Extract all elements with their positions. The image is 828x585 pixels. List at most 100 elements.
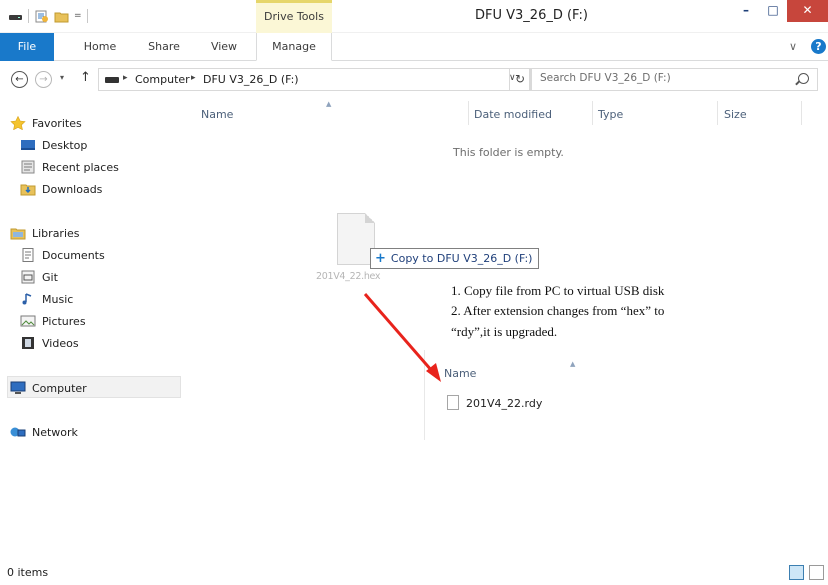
- status-bar: 0 items: [0, 560, 828, 585]
- back-button[interactable]: ←: [11, 71, 28, 88]
- sidebar-item-documents[interactable]: Documents: [20, 245, 105, 265]
- search-box[interactable]: [531, 68, 818, 91]
- tab-manage[interactable]: Manage: [256, 33, 332, 61]
- sidebar-item-label: Music: [42, 292, 74, 306]
- ribbon-tabs: File Home Share View Manage ∨ ?: [0, 33, 828, 61]
- sidebar-item-label: Computer: [32, 381, 87, 395]
- customize-toolbar-icon[interactable]: =: [74, 11, 82, 21]
- music-icon: [22, 293, 32, 305]
- column-divider[interactable]: [717, 101, 718, 125]
- annotation-step-2-continued: “rdy”,it is upgraded.: [451, 324, 558, 339]
- drive-icon[interactable]: [8, 10, 23, 23]
- sidebar-item-label: Favorites: [32, 116, 82, 130]
- column-header-date-modified[interactable]: Date modified: [474, 108, 552, 121]
- large-icons-view-button[interactable]: [809, 565, 824, 580]
- sidebar-item-label: Network: [32, 425, 78, 439]
- quick-access-toolbar: =: [8, 9, 88, 23]
- column-header-size[interactable]: Size: [724, 108, 747, 121]
- sidebar-item-label: Pictures: [42, 314, 86, 328]
- search-input[interactable]: [540, 72, 780, 84]
- tab-home[interactable]: Home: [78, 33, 122, 61]
- sidebar-item-computer[interactable]: Computer: [10, 378, 87, 398]
- column-header-name[interactable]: Name: [201, 108, 233, 121]
- sidebar-item-label: Downloads: [42, 182, 103, 196]
- minimize-button[interactable]: –: [733, 0, 759, 22]
- pictures-icon: [20, 315, 36, 327]
- forward-button[interactable]: →: [35, 71, 52, 88]
- search-icon[interactable]: [798, 73, 809, 84]
- copy-tooltip: + Copy to DFU V3_26_D (F:): [370, 248, 540, 269]
- empty-folder-message: This folder is empty.: [453, 146, 564, 159]
- context-tab-drive-tools: Drive Tools: [256, 0, 332, 33]
- address-bar[interactable]: ▸ Computer ▸ DFU V3_26_D (F:) ∨: [98, 68, 530, 91]
- result-column-header-name[interactable]: Name: [444, 367, 476, 380]
- navigation-pane: Favorites Desktop Recent places Download…: [0, 97, 181, 560]
- new-folder-icon[interactable]: [54, 10, 69, 23]
- sort-ascending-icon: ▲: [570, 360, 576, 368]
- videos-icon: [22, 337, 34, 349]
- sort-ascending-icon: ▲: [326, 100, 332, 108]
- arrow-shaft: [363, 293, 434, 372]
- sidebar-item-videos[interactable]: Videos: [20, 333, 79, 353]
- libraries-icon: [10, 228, 26, 240]
- sidebar-item-label: Desktop: [42, 138, 88, 152]
- dragged-file-name: 201V4_22.hex: [316, 271, 381, 282]
- column-divider[interactable]: [468, 101, 469, 125]
- sidebar-item-pictures[interactable]: Pictures: [20, 311, 86, 331]
- tab-share[interactable]: Share: [142, 33, 186, 61]
- item-count: 0 items: [7, 566, 49, 579]
- documents-icon: [22, 248, 34, 262]
- copy-tooltip-text: Copy to DFU V3_26_D (F:): [390, 252, 533, 265]
- up-button[interactable]: ↑: [80, 70, 91, 85]
- breadcrumb-separator[interactable]: ▸: [191, 73, 196, 83]
- drive-icon: [105, 77, 119, 83]
- sidebar-item-favorites[interactable]: Favorites: [10, 113, 82, 133]
- result-file-name[interactable]: 201V4_22.rdy: [466, 397, 542, 410]
- toolbar-separator: [28, 9, 29, 23]
- sidebar-item-git[interactable]: Git: [20, 267, 58, 287]
- star-icon: [10, 116, 26, 130]
- tab-view[interactable]: View: [204, 33, 244, 61]
- toolbar-separator: [86, 9, 88, 23]
- sidebar-item-label: Libraries: [32, 226, 80, 240]
- file-icon: [447, 395, 459, 410]
- plus-icon: +: [375, 251, 386, 266]
- git-library-icon: [21, 270, 35, 284]
- title-bar: = Drive Tools DFU V3_26_D (F:) – □ ✕: [0, 0, 828, 33]
- downloads-icon: [20, 184, 36, 196]
- sidebar-item-recent-places[interactable]: Recent places: [20, 157, 119, 177]
- column-divider[interactable]: [801, 101, 802, 125]
- window-title: DFU V3_26_D (F:): [475, 8, 588, 23]
- column-divider[interactable]: [592, 101, 593, 125]
- details-view-button[interactable]: [789, 565, 804, 580]
- sidebar-item-label: Documents: [42, 248, 105, 262]
- tab-file[interactable]: File: [0, 33, 54, 61]
- annotation-step-2: 2. After extension changes from “hex” to: [451, 303, 665, 318]
- breadcrumb-separator[interactable]: ▸: [123, 73, 128, 83]
- sidebar-item-label: Recent places: [42, 160, 119, 174]
- close-button[interactable]: ✕: [787, 0, 828, 22]
- sidebar-item-label: Git: [42, 270, 58, 284]
- sidebar-item-network[interactable]: Network: [10, 422, 78, 442]
- help-icon[interactable]: ?: [811, 39, 826, 54]
- breadcrumb-drive[interactable]: DFU V3_26_D (F:): [203, 73, 299, 86]
- sidebar-item-libraries[interactable]: Libraries: [10, 223, 80, 243]
- sidebar-item-downloads[interactable]: Downloads: [20, 179, 102, 199]
- breadcrumb-computer[interactable]: Computer: [135, 73, 190, 86]
- maximize-button[interactable]: □: [760, 0, 786, 22]
- properties-icon[interactable]: [34, 10, 49, 23]
- refresh-button[interactable]: ↻: [509, 68, 531, 91]
- expand-ribbon-icon[interactable]: ∨: [789, 40, 797, 53]
- computer-icon: [10, 381, 26, 394]
- sidebar-item-desktop[interactable]: Desktop: [20, 135, 87, 155]
- column-header-type[interactable]: Type: [598, 108, 623, 121]
- result-file-list: [424, 350, 814, 440]
- navigation-bar: ← → ▾ ↑ ▸ Computer ▸ DFU V3_26_D (F:) ∨ …: [0, 61, 828, 97]
- recent-places-icon: [21, 160, 35, 174]
- sidebar-item-music[interactable]: Music: [20, 289, 73, 309]
- recent-locations-icon[interactable]: ▾: [60, 73, 64, 82]
- desktop-icon: [21, 140, 35, 150]
- annotation-step-1: 1. Copy file from PC to virtual USB disk: [451, 283, 665, 298]
- network-icon: [10, 427, 26, 437]
- sidebar-item-label: Videos: [42, 336, 79, 350]
